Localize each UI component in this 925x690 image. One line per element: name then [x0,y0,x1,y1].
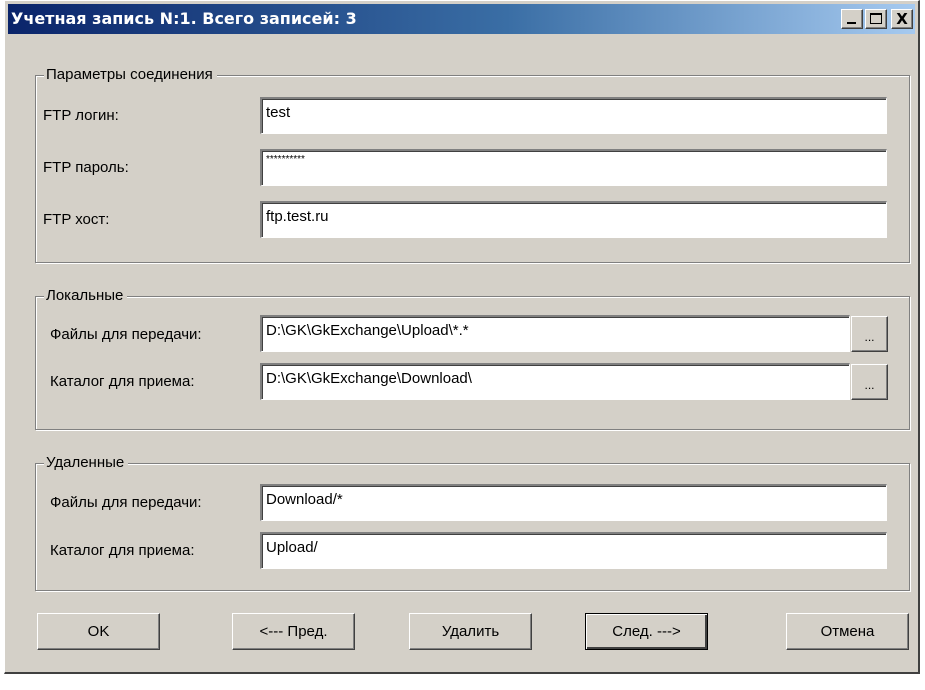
ftp-host-label: FTP хост: [43,211,110,228]
ftp-password-label: FTP пароль: [43,159,129,176]
ftp-host-input[interactable]: ftp.test.ru [260,201,887,238]
connection-group-legend: Параметры соединения [44,65,217,85]
title-buttons: X [841,9,913,29]
local-group-legend: Локальные [44,286,128,306]
screen: Учетная запись N:1. Всего записей: 3 X П… [0,0,925,690]
local-send-browse-button[interactable]: ... [851,316,888,352]
maximize-icon [870,13,882,24]
remote-receive-label: Каталог для приема: [50,542,195,559]
next-button[interactable]: След. ---> [585,613,708,650]
ftp-login-input[interactable]: test [260,97,887,134]
ok-button[interactable]: OK [37,613,160,650]
minimize-button[interactable] [841,9,863,29]
local-send-input[interactable]: D:\GK\GkExchange\Upload\*.* [260,315,850,352]
prev-button[interactable]: <--- Пред. [232,613,355,650]
local-receive-browse-button[interactable]: ... [851,364,888,400]
close-icon: X [896,10,908,28]
maximize-button[interactable] [865,9,887,29]
remote-group-legend: Удаленные [44,453,129,473]
remote-group: Удаленные [35,453,910,591]
account-dialog: Учетная запись N:1. Всего записей: 3 X П… [4,0,920,674]
delete-button[interactable]: Удалить [409,613,532,650]
local-send-label: Файлы для передачи: [50,326,202,343]
close-button[interactable]: X [891,9,913,29]
ftp-password-input[interactable]: ********** [260,149,887,186]
remote-send-input[interactable]: Download/* [260,484,887,521]
cancel-button[interactable]: Отмена [786,613,909,650]
minimize-icon [847,22,856,24]
local-receive-label: Каталог для приема: [50,373,195,390]
local-receive-input[interactable]: D:\GK\GkExchange\Download\ [260,363,850,400]
remote-receive-input[interactable]: Upload/ [260,532,887,569]
title-bar[interactable]: Учетная запись N:1. Всего записей: 3 X [8,4,915,34]
ftp-login-label: FTP логин: [43,107,119,124]
window-title: Учетная запись N:1. Всего записей: 3 [11,9,357,28]
remote-send-label: Файлы для передачи: [50,494,202,511]
